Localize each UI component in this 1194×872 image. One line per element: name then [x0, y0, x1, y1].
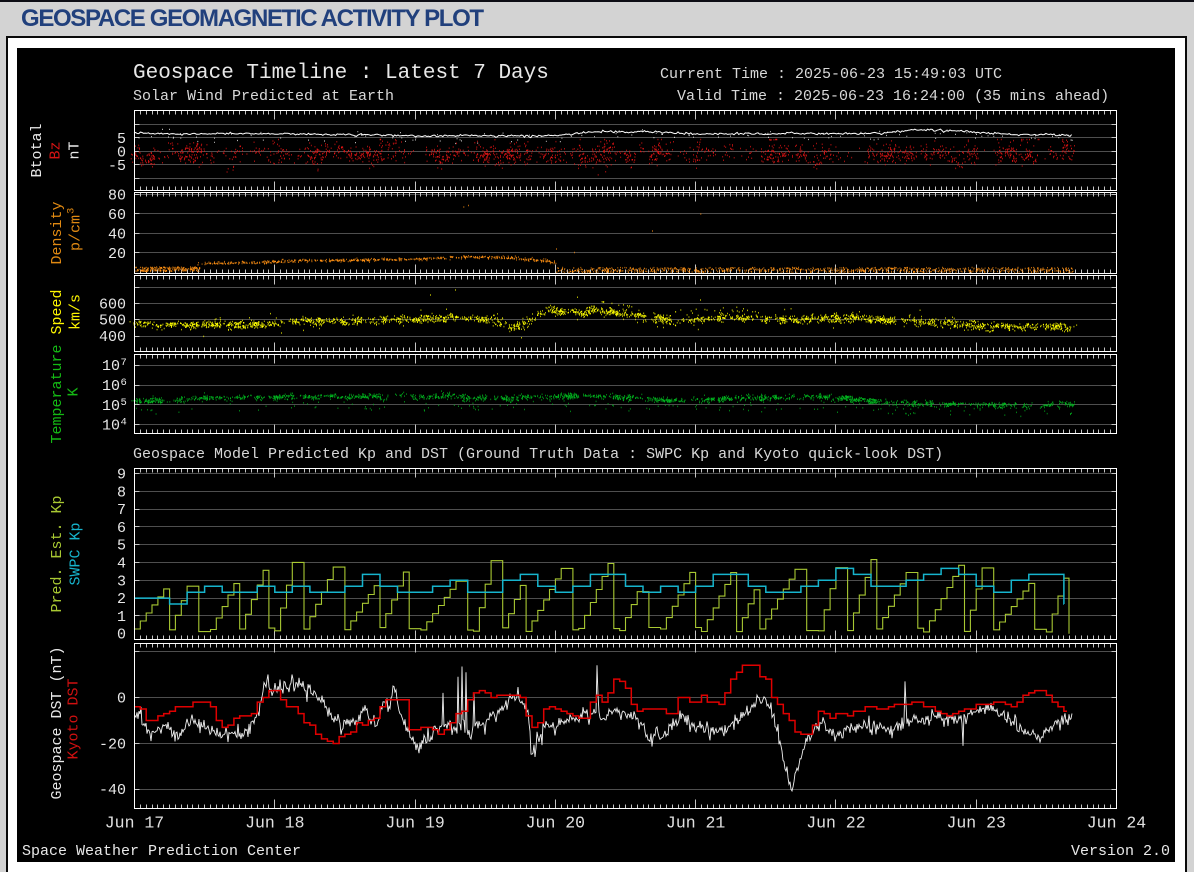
svg-text:Geospace Model Predicted Kp an: Geospace Model Predicted Kp and DST (Gro…	[133, 446, 943, 463]
svg-text:nT: nT	[67, 141, 84, 159]
svg-text:40: 40	[108, 227, 126, 244]
svg-text:SWPC Kp: SWPC Kp	[68, 522, 85, 585]
svg-text:Valid Time : 2025-06-23 16:24:: Valid Time : 2025-06-23 16:24:00 (35 min…	[677, 88, 1109, 105]
svg-text:0: 0	[117, 627, 126, 644]
svg-text:p/cm: p/cm	[68, 215, 85, 251]
svg-text:Space Weather Prediction Cente: Space Weather Prediction Center	[22, 843, 301, 860]
svg-text:6: 6	[117, 520, 126, 537]
svg-text:4: 4	[121, 417, 127, 429]
svg-text:Solar Wind Predicted at Earth: Solar Wind Predicted at Earth	[133, 88, 394, 105]
svg-text:1: 1	[117, 609, 126, 626]
svg-text:Speed: Speed	[49, 289, 66, 334]
svg-text:8: 8	[117, 484, 126, 501]
svg-text:Temperature: Temperature	[49, 344, 66, 443]
svg-text:10: 10	[102, 358, 120, 375]
svg-text:10: 10	[102, 418, 120, 435]
svg-text:3: 3	[117, 573, 126, 590]
svg-text:-40: -40	[99, 782, 126, 799]
svg-text:4: 4	[117, 556, 126, 573]
svg-text:20: 20	[108, 246, 126, 263]
svg-text:Bz: Bz	[48, 141, 65, 159]
svg-text:500: 500	[99, 313, 126, 330]
svg-text:Geospace DST (nT): Geospace DST (nT)	[49, 646, 66, 799]
svg-text:Jun 22: Jun 22	[806, 814, 865, 833]
svg-text:6: 6	[121, 377, 127, 389]
svg-text:km/s: km/s	[68, 294, 85, 330]
svg-text:Btotal: Btotal	[29, 123, 46, 177]
svg-text:2: 2	[117, 591, 126, 608]
svg-text:Jun 17: Jun 17	[105, 814, 164, 833]
svg-text:600: 600	[99, 296, 126, 313]
svg-text:5: 5	[117, 538, 126, 555]
svg-text:7: 7	[121, 357, 127, 369]
svg-text:Jun 20: Jun 20	[526, 814, 585, 833]
svg-text:400: 400	[99, 329, 126, 346]
svg-text:10: 10	[102, 398, 120, 415]
svg-text:Pred. Est. Kp: Pred. Est. Kp	[49, 495, 66, 612]
svg-text:3: 3	[66, 208, 78, 214]
svg-text:5: 5	[121, 397, 127, 409]
svg-text:Jun 24: Jun 24	[1087, 814, 1147, 833]
svg-text:Version 2.0: Version 2.0	[1071, 843, 1170, 860]
svg-text:Current Time : 2025-06-23 15:4: Current Time : 2025-06-23 15:49:03 UTC	[660, 66, 1002, 83]
svg-text:-20: -20	[99, 736, 126, 753]
svg-text:Jun 18: Jun 18	[245, 814, 304, 833]
svg-text:0: 0	[117, 691, 126, 708]
svg-text:K: K	[66, 387, 83, 396]
svg-text:60: 60	[108, 207, 126, 224]
svg-text:Kyoto DST: Kyoto DST	[66, 678, 83, 759]
svg-text:9: 9	[117, 467, 126, 484]
svg-text:Jun 23: Jun 23	[947, 814, 1006, 833]
svg-text:Jun 21: Jun 21	[666, 814, 726, 833]
svg-text:10: 10	[102, 378, 120, 395]
svg-text:7: 7	[117, 502, 126, 519]
svg-text:Jun 19: Jun 19	[385, 814, 444, 833]
svg-text:Geospace Timeline : Latest 7 D: Geospace Timeline : Latest 7 Days	[133, 62, 549, 85]
svg-text:-5: -5	[108, 158, 126, 175]
svg-text:80: 80	[108, 187, 126, 204]
svg-text:Density: Density	[49, 201, 66, 264]
